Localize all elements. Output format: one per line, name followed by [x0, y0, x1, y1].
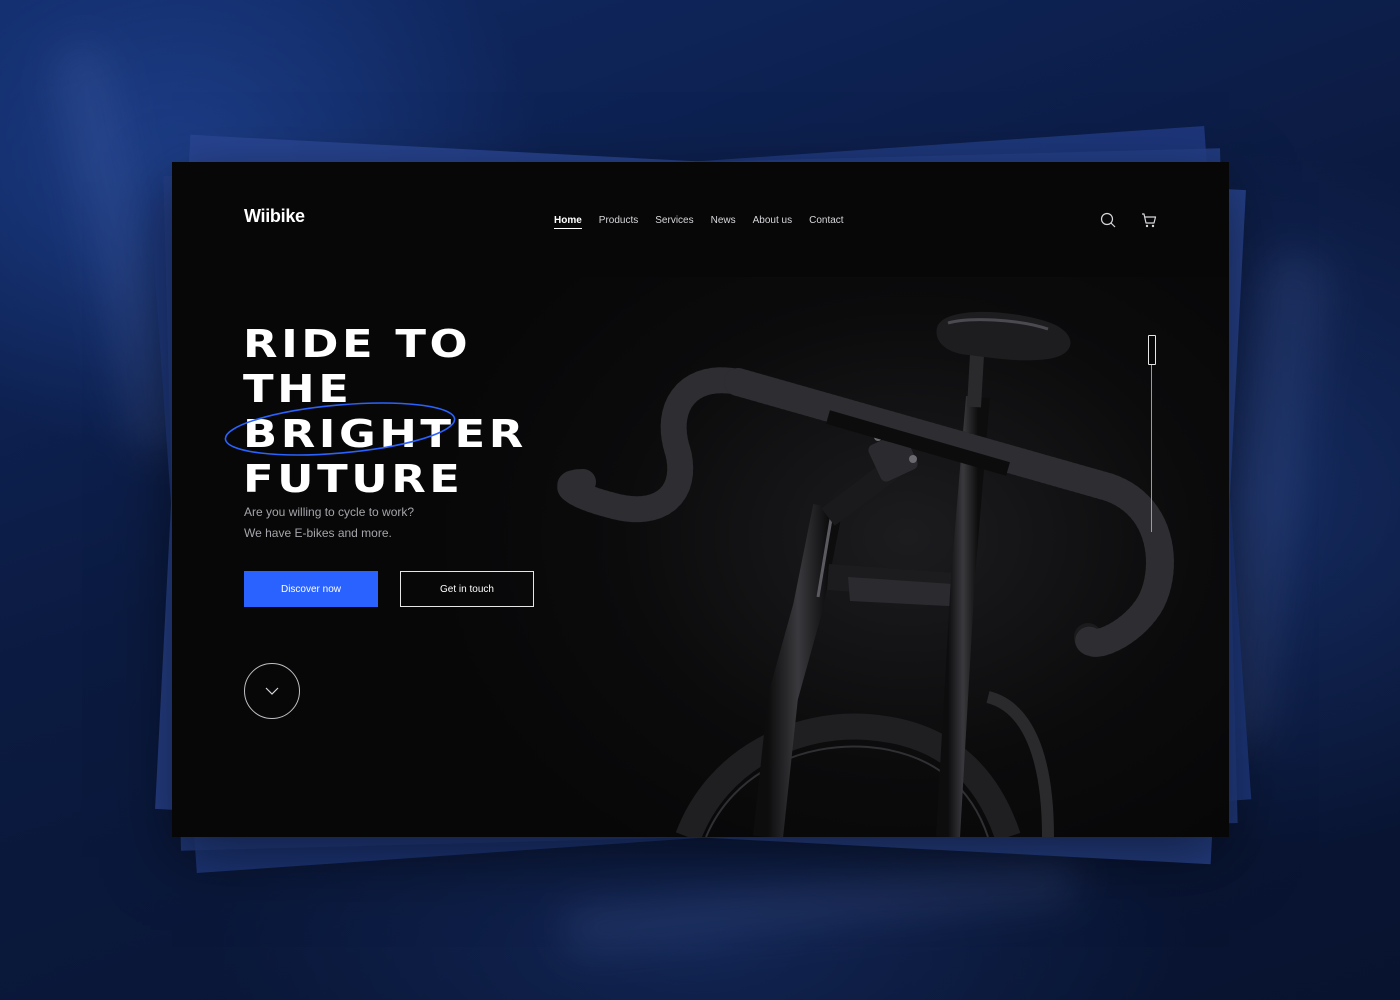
discover-now-button[interactable]: Discover now	[244, 571, 378, 607]
website-page: Wiibike Home Products Services News Abou…	[172, 162, 1229, 837]
brand-logo[interactable]: Wiibike	[244, 206, 305, 227]
slider-thumb[interactable]	[1148, 335, 1156, 365]
hero-subtext-line: We have E-bikes and more.	[244, 526, 392, 540]
nav-item-products[interactable]: Products	[599, 214, 638, 229]
backdrop: Wiibike Home Products Services News Abou…	[0, 0, 1400, 1000]
hero-subtext-line: Are you willing to cycle to work?	[244, 505, 415, 519]
highlight-ellipse	[224, 402, 456, 456]
nav-item-news[interactable]: News	[711, 214, 736, 229]
nav-item-contact[interactable]: Contact	[809, 214, 843, 229]
search-button[interactable]	[1098, 210, 1118, 230]
headline-line: RIDE TO	[243, 322, 472, 366]
search-icon	[1100, 212, 1116, 228]
main-nav: Home Products Services News About us Con…	[554, 214, 844, 229]
scroll-down-button[interactable]	[244, 663, 300, 719]
backdrop-streak	[558, 852, 1082, 958]
nav-item-about-us[interactable]: About us	[753, 214, 792, 229]
cart-icon	[1142, 213, 1157, 228]
headline-line: FUTURE	[243, 457, 464, 501]
nav-item-services[interactable]: Services	[655, 214, 693, 229]
get-in-touch-button[interactable]: Get in touch	[400, 571, 534, 607]
cart-button[interactable]	[1139, 210, 1159, 230]
nav-item-home[interactable]: Home	[554, 214, 582, 229]
chevron-down-icon	[265, 687, 279, 695]
hero-subtext: Are you willing to cycle to work? We hav…	[244, 502, 414, 544]
